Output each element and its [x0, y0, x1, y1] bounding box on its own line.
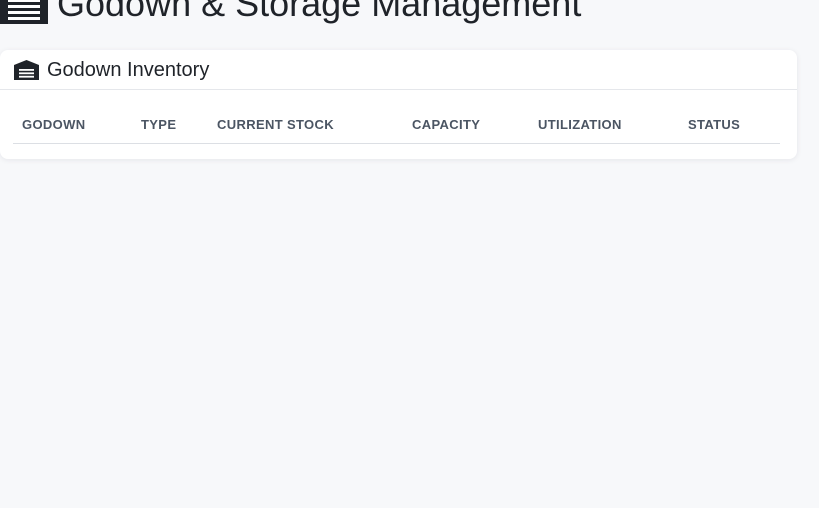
- card-header: Godown Inventory: [0, 50, 797, 90]
- table-header-row: GODOWN TYPE CURRENT STOCK CAPACITY UTILI…: [13, 91, 780, 143]
- inventory-table: GODOWN TYPE CURRENT STOCK CAPACITY UTILI…: [13, 91, 780, 144]
- warehouse-icon: [14, 59, 39, 80]
- page-header: Godown & Storage Management: [0, 0, 581, 24]
- page-title: Godown & Storage Management: [57, 0, 582, 24]
- column-header-capacity[interactable]: CAPACITY: [412, 118, 480, 132]
- warehouse-icon: [0, 0, 48, 24]
- column-header-utilization[interactable]: UTILIZATION: [538, 118, 622, 132]
- column-header-status[interactable]: STATUS: [688, 118, 740, 132]
- column-header-godown[interactable]: GODOWN: [22, 118, 85, 132]
- godown-inventory-card: Godown Inventory GODOWN TYPE CURRENT STO…: [0, 50, 797, 159]
- card-title: Godown Inventory: [47, 58, 210, 81]
- column-header-type[interactable]: TYPE: [141, 118, 176, 132]
- column-header-current-stock[interactable]: CURRENT STOCK: [217, 118, 334, 132]
